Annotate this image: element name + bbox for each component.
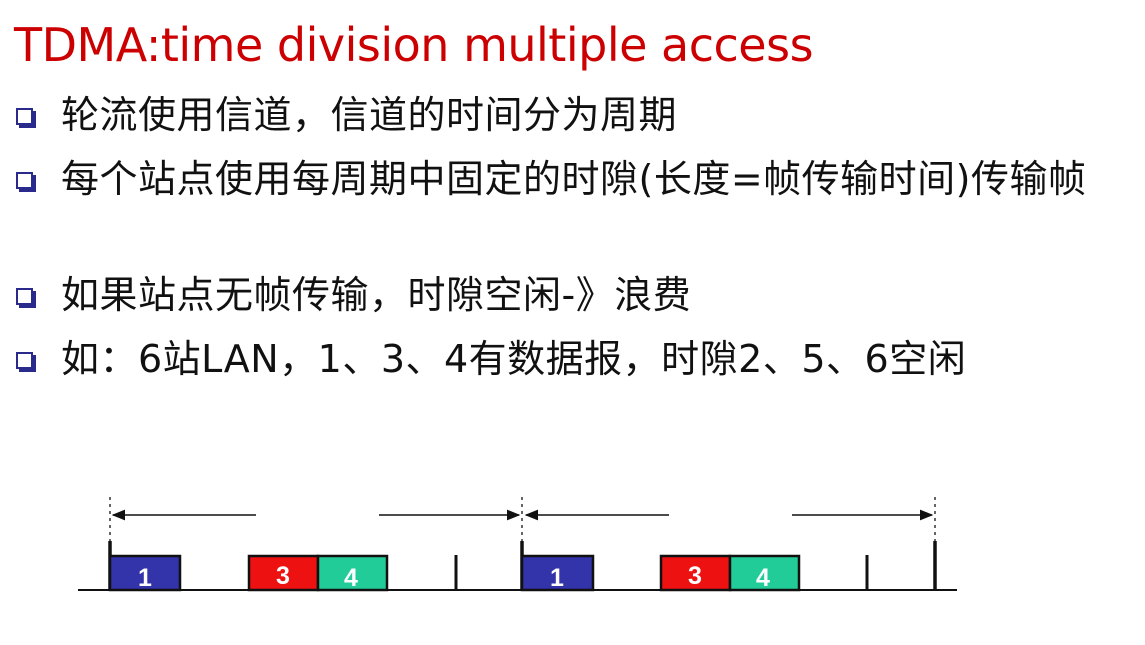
tdma-diagram: 1 3 4 1 3 4 [78,497,957,592]
frame-slot: 1 [520,554,595,592]
frame-slot-label: 4 [344,564,358,592]
frame-slot-label: 3 [276,562,290,590]
frame-slot: 3 [247,554,320,592]
frame-slot: 4 [728,554,801,592]
frame-slot-label: 3 [688,562,702,590]
frame-slot-label: 4 [756,564,770,592]
frame-slot-label: 1 [138,564,152,592]
frame-slot: 4 [316,554,389,592]
frame-slot: 1 [108,554,182,592]
frame-slot: 3 [659,554,732,592]
frame-slot-label: 1 [550,564,564,592]
